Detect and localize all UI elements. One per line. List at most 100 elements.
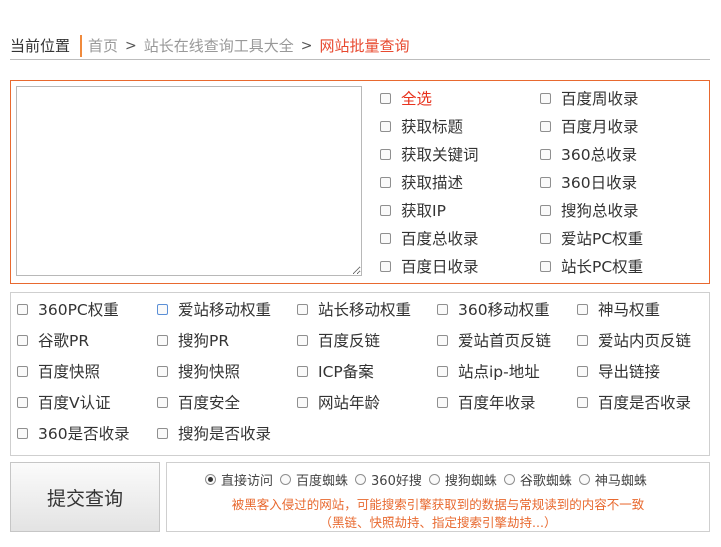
option-checkbox[interactable]: 谷歌PR xyxy=(17,329,89,351)
checkbox-icon[interactable] xyxy=(157,427,168,439)
checkbox-icon[interactable] xyxy=(540,92,551,104)
radio-icon[interactable] xyxy=(578,474,590,485)
checkbox-icon[interactable] xyxy=(380,204,391,216)
option-checkbox[interactable]: 百度月收录 xyxy=(540,115,639,137)
breadcrumb-current-page: 网站批量查询 xyxy=(319,37,410,55)
crawler-radio[interactable]: 搜狗蜘蛛 xyxy=(428,470,497,489)
option-checkbox[interactable]: 百度日收录 xyxy=(380,255,479,277)
radio-icon[interactable] xyxy=(503,474,515,485)
option-checkbox[interactable]: 获取关键词 xyxy=(380,143,479,165)
option-checkbox[interactable]: 360PC权重 xyxy=(17,298,119,320)
checkbox-icon[interactable] xyxy=(437,334,448,346)
option-checkbox[interactable]: 爱站内页反链 xyxy=(577,329,691,351)
checkbox-icon[interactable] xyxy=(380,120,391,132)
option-checkbox[interactable]: 获取IP xyxy=(380,199,446,221)
crawler-radio[interactable]: 百度蜘蛛 xyxy=(280,470,348,489)
option-checkbox[interactable]: 获取描述 xyxy=(380,171,463,193)
crawler-radio[interactable]: 谷歌蜘蛛 xyxy=(503,470,572,489)
checkbox-icon[interactable] xyxy=(17,396,28,408)
checkbox-icon[interactable] xyxy=(17,303,28,315)
checkbox-icon[interactable] xyxy=(540,148,551,160)
option-checkbox[interactable]: 百度安全 xyxy=(157,391,240,413)
option-label: 爱站内页反链 xyxy=(598,332,692,350)
option-checkbox[interactable]: 360日收录 xyxy=(540,171,637,193)
option-checkbox[interactable]: 百度V认证 xyxy=(17,391,111,413)
option-label: 百度年收录 xyxy=(458,394,536,412)
url-list-textarea[interactable] xyxy=(16,86,362,276)
option-checkbox[interactable]: 站长PC权重 xyxy=(540,255,643,277)
option-checkbox[interactable]: 全选 xyxy=(380,87,432,109)
option-checkbox[interactable]: 爱站首页反链 xyxy=(437,329,551,351)
option-checkbox[interactable]: 360总收录 xyxy=(540,143,637,165)
checkbox-icon[interactable] xyxy=(577,334,588,346)
option-checkbox[interactable]: 导出链接 xyxy=(577,360,660,382)
crawler-radio[interactable]: 直接访问 xyxy=(205,470,273,489)
submit-query-button[interactable]: 提交查询 xyxy=(10,462,160,532)
option-checkbox[interactable]: ICP备案 xyxy=(297,360,374,382)
option-checkbox[interactable]: 站点ip-地址 xyxy=(437,360,540,382)
option-label: 站长移动权重 xyxy=(318,301,412,319)
checkbox-icon[interactable] xyxy=(297,334,308,346)
radio-icon[interactable] xyxy=(355,474,367,485)
option-label: 导出链接 xyxy=(598,363,661,381)
option-checkbox[interactable]: 360移动权重 xyxy=(437,298,550,320)
option-label: 百度是否收录 xyxy=(598,394,692,412)
option-checkbox[interactable]: 搜狗总收录 xyxy=(540,199,639,221)
option-checkbox[interactable]: 百度年收录 xyxy=(437,391,536,413)
radio-icon[interactable] xyxy=(205,474,216,485)
option-checkbox[interactable]: 百度反链 xyxy=(297,329,380,351)
checkbox-icon[interactable] xyxy=(157,334,168,346)
checkbox-icon[interactable] xyxy=(577,365,588,377)
checkbox-icon[interactable] xyxy=(540,204,551,216)
option-checkbox[interactable]: 搜狗快照 xyxy=(157,360,240,382)
checkbox-icon[interactable] xyxy=(540,260,551,272)
breadcrumb: 当前位置 首页 > 站长在线查询工具大全 > 网站批量查询 xyxy=(10,32,710,60)
option-checkbox[interactable]: 站长移动权重 xyxy=(297,298,411,320)
checkbox-icon[interactable] xyxy=(540,232,551,244)
checkbox-icon[interactable] xyxy=(380,260,391,272)
checkbox-icon[interactable] xyxy=(380,148,391,160)
checkbox-icon[interactable] xyxy=(297,303,308,315)
breadcrumb-tools-link[interactable]: 站长在线查询工具大全 xyxy=(144,35,294,56)
option-checkbox[interactable]: 360是否收录 xyxy=(17,422,130,444)
option-label: 360移动权重 xyxy=(458,301,550,319)
checkbox-icon[interactable] xyxy=(540,176,551,188)
checkbox-icon[interactable] xyxy=(17,334,28,346)
option-checkbox[interactable]: 百度是否收录 xyxy=(577,391,691,413)
checkbox-icon[interactable] xyxy=(297,365,308,377)
checkbox-icon[interactable] xyxy=(577,396,588,408)
checkbox-icon[interactable] xyxy=(17,365,28,377)
option-checkbox[interactable]: 爱站移动权重 xyxy=(157,298,271,320)
radio-icon[interactable] xyxy=(428,474,440,485)
checkbox-icon[interactable] xyxy=(17,427,28,439)
option-checkbox[interactable]: 搜狗是否收录 xyxy=(157,422,271,444)
option-checkbox[interactable]: 百度周收录 xyxy=(540,87,639,109)
option-label: 百度反链 xyxy=(318,332,381,350)
checkbox-icon[interactable] xyxy=(297,396,308,408)
breadcrumb-home-link[interactable]: 首页 xyxy=(88,35,118,56)
option-checkbox[interactable]: 神马权重 xyxy=(577,298,660,320)
radio-icon[interactable] xyxy=(280,474,292,485)
radio-label: 搜狗蜘蛛 xyxy=(444,474,497,489)
checkbox-icon[interactable] xyxy=(157,365,168,377)
option-checkbox[interactable]: 获取标题 xyxy=(380,115,463,137)
option-checkbox[interactable]: 百度总收录 xyxy=(380,227,479,249)
option-checkbox[interactable]: 百度快照 xyxy=(17,360,100,382)
crawler-radio[interactable]: 神马蜘蛛 xyxy=(578,470,647,489)
checkbox-icon[interactable] xyxy=(540,120,551,132)
option-label: 搜狗是否收录 xyxy=(178,425,272,443)
option-checkbox[interactable]: 网站年龄 xyxy=(297,391,380,413)
checkbox-icon[interactable] xyxy=(437,365,448,377)
option-label: 百度安全 xyxy=(178,394,241,412)
checkbox-icon[interactable] xyxy=(380,176,391,188)
checkbox-icon[interactable] xyxy=(380,232,391,244)
checkbox-icon[interactable] xyxy=(380,92,391,104)
option-checkbox[interactable]: 爱站PC权重 xyxy=(540,227,643,249)
checkbox-icon[interactable] xyxy=(157,303,168,315)
crawler-radio[interactable]: 360好搜 xyxy=(355,470,422,489)
checkbox-icon[interactable] xyxy=(157,396,168,408)
option-checkbox[interactable]: 搜狗PR xyxy=(157,329,229,351)
checkbox-icon[interactable] xyxy=(437,303,448,315)
checkbox-icon[interactable] xyxy=(437,396,448,408)
checkbox-icon[interactable] xyxy=(577,303,588,315)
